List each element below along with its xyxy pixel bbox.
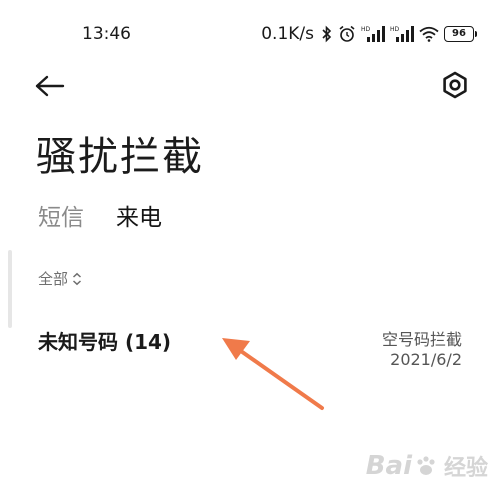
tab-sms[interactable]: 短信 (38, 198, 84, 232)
bluetooth-icon (322, 25, 332, 43)
list-item-title: 未知号码 (14) (38, 330, 172, 354)
signal-hd-2-icon: HD (390, 26, 414, 42)
list-item-date: 2021/6/2 (390, 350, 462, 369)
watermark-sub: 经验 (443, 456, 488, 481)
network-speed: 0.1K/s (261, 24, 314, 44)
wifi-icon (419, 26, 439, 42)
status-time: 13:46 (82, 24, 131, 44)
scroll-indicator (8, 250, 12, 328)
svg-text:HD: HD (361, 26, 371, 33)
tab-bar: 短信 来电 (38, 198, 162, 232)
hexagon-gear-icon (443, 71, 467, 99)
chevron-up-down-icon (73, 272, 82, 285)
svg-text:HD: HD (390, 26, 400, 33)
filter-label: 全部 (38, 270, 69, 288)
status-icons: 0.1K/s HD HD 96 (261, 22, 477, 46)
signal-hd-1-icon: HD (361, 26, 385, 42)
status-bar: 13:46 0.1K/s HD HD 96 (0, 0, 500, 70)
alarm-icon (339, 25, 355, 42)
battery-icon: 96 (444, 26, 477, 42)
settings-button[interactable] (440, 70, 470, 100)
paw-icon (417, 456, 435, 475)
watermark-brand: Bai (365, 451, 412, 481)
annotation-arrow (222, 338, 324, 410)
arrow-left-icon (35, 75, 65, 97)
list-item-category: 空号码拦截 (381, 330, 462, 349)
page-title: 骚扰拦截 (36, 134, 204, 180)
watermark-logo: Bai 经验 (366, 450, 488, 482)
filter-dropdown[interactable]: 全部 (38, 268, 82, 289)
tab-calls[interactable]: 来电 (116, 198, 162, 232)
list-item[interactable]: 未知号码 (14) 空号码拦截 2021/6/2 (0, 318, 500, 378)
back-button[interactable] (34, 72, 66, 100)
